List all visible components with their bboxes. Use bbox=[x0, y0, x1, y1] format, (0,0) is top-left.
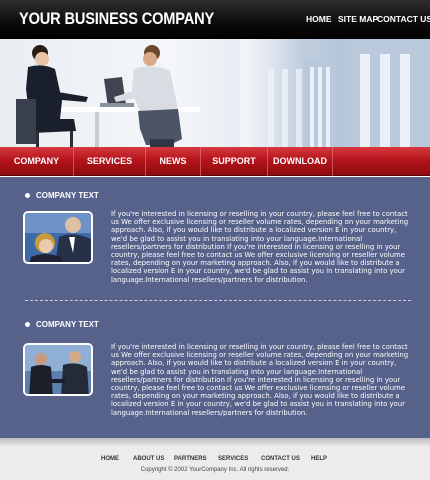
top-nav-site-map[interactable]: SITE MAP bbox=[338, 14, 378, 24]
section-title: COMPANY TEXT bbox=[25, 191, 99, 200]
nav-separator bbox=[332, 147, 333, 176]
site-footer: HOME ABOUT US PARTNERS SERVICES CONTACT … bbox=[0, 438, 430, 480]
hero-illustration bbox=[16, 39, 430, 147]
section-paragraph: If you're interested in licensing or res… bbox=[111, 210, 409, 284]
footer-link-help[interactable]: HELP bbox=[311, 456, 327, 462]
nav-company[interactable]: COMPANY bbox=[0, 147, 73, 176]
footer-link-about-us[interactable]: ABOUT US bbox=[133, 456, 164, 462]
company-logo[interactable]: YOUR BUSINESS COMPANY bbox=[19, 9, 214, 29]
main-nav: COMPANY SERVICES NEWS SUPPORT DOWNLOAD bbox=[0, 147, 430, 176]
footer-shadow bbox=[0, 438, 430, 447]
section-thumbnail bbox=[23, 343, 93, 396]
footer-link-contact-us[interactable]: CONTACT US bbox=[261, 456, 300, 462]
section-thumbnail bbox=[23, 211, 93, 264]
bullet-icon bbox=[25, 322, 30, 327]
businessmen-photo-icon bbox=[25, 345, 91, 394]
footer-link-services[interactable]: SERVICES bbox=[218, 456, 248, 462]
footer-link-home[interactable]: HOME bbox=[101, 456, 119, 462]
people-photo-icon bbox=[25, 213, 91, 262]
section-divider bbox=[25, 300, 411, 301]
nav-services[interactable]: SERVICES bbox=[74, 147, 145, 176]
top-nav-home[interactable]: HOME bbox=[306, 14, 332, 24]
site-header: YOUR BUSINESS COMPANY HOME SITE MAP CONT… bbox=[0, 0, 430, 39]
copyright-text: Copyright © 2002 YourCompany Inc. All ri… bbox=[140, 467, 290, 473]
nav-support[interactable]: SUPPORT bbox=[201, 147, 267, 176]
footer-link-partners[interactable]: PARTNERS bbox=[174, 456, 207, 462]
section-title: COMPANY TEXT bbox=[25, 320, 99, 329]
nav-download[interactable]: DOWNLOAD bbox=[268, 147, 332, 176]
section-paragraph: If you're interested in licensing or res… bbox=[111, 343, 409, 417]
top-nav-contact-us[interactable]: CONTACT US bbox=[377, 14, 430, 24]
nav-news[interactable]: NEWS bbox=[146, 147, 200, 176]
bullet-icon bbox=[25, 193, 30, 198]
hero-banner bbox=[0, 39, 430, 147]
